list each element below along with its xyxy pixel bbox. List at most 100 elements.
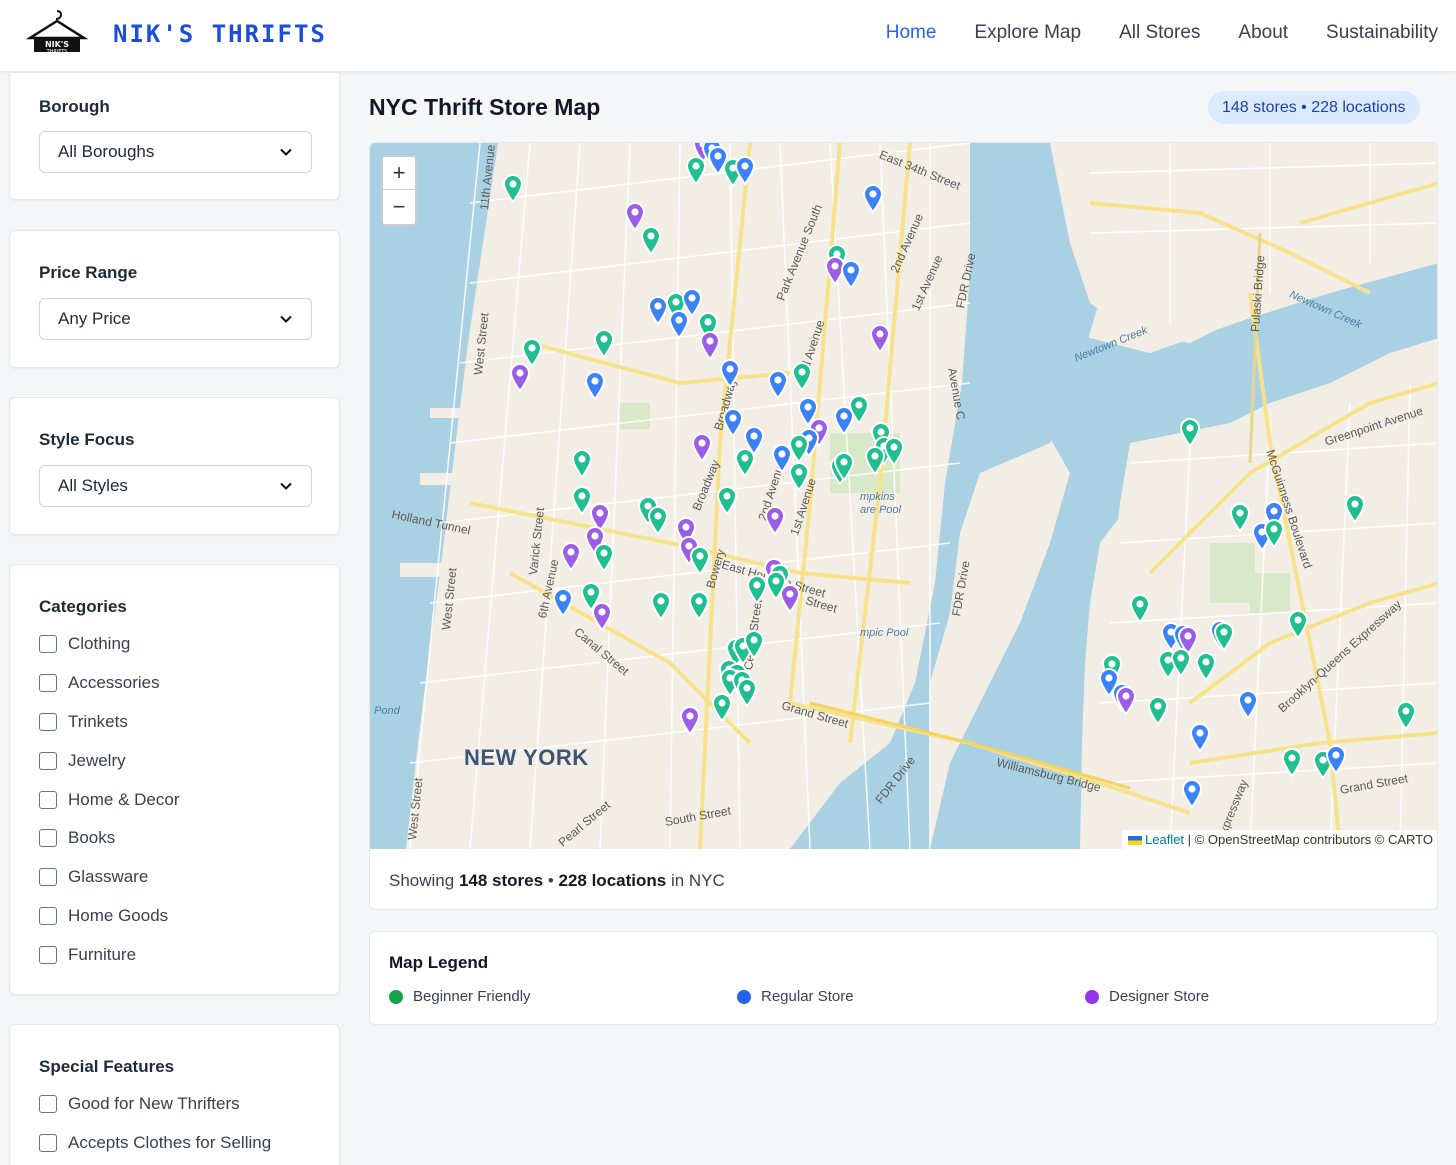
checkbox[interactable]: [39, 1095, 57, 1114]
price-select[interactable]: Any Price: [39, 298, 312, 340]
store-marker-pin-icon[interactable]: [691, 432, 713, 463]
store-marker-pin-icon[interactable]: [791, 361, 813, 392]
checkbox[interactable]: [39, 906, 57, 925]
store-marker-pin-icon[interactable]: [685, 155, 707, 186]
store-marker-pin-icon[interactable]: [688, 590, 710, 621]
store-marker-pin-icon[interactable]: [788, 433, 810, 464]
store-marker-pin-icon[interactable]: [552, 587, 574, 618]
store-marker-pin-icon[interactable]: [640, 225, 662, 256]
checkbox[interactable]: [39, 635, 57, 654]
store-marker-pin-icon[interactable]: [869, 323, 891, 354]
store-marker-pin-icon[interactable]: [864, 445, 886, 476]
store-marker-pin-icon[interactable]: [848, 394, 870, 425]
city-label: NEW YORK: [464, 745, 589, 770]
store-marker-pin-icon[interactable]: [509, 362, 531, 393]
zoom-out-button[interactable]: −: [383, 190, 415, 223]
leaflet-link[interactable]: Leaflet: [1145, 832, 1184, 847]
store-marker-pin-icon[interactable]: [1287, 609, 1309, 640]
store-marker-pin-icon[interactable]: [736, 677, 758, 708]
nav-about[interactable]: About: [1238, 22, 1288, 44]
store-marker-pin-icon[interactable]: [1179, 417, 1201, 448]
nav-all-stores[interactable]: All Stores: [1119, 22, 1200, 44]
ukraine-flag-icon: [1128, 836, 1142, 846]
store-marker-pin-icon[interactable]: [862, 183, 884, 214]
store-marker-pin-icon[interactable]: [647, 505, 669, 536]
checkbox[interactable]: [39, 1134, 57, 1153]
store-marker-pin-icon[interactable]: [1147, 695, 1169, 726]
store-marker-pin-icon[interactable]: [734, 155, 756, 186]
store-marker-pin-icon[interactable]: [711, 692, 733, 723]
store-marker-pin-icon[interactable]: [764, 505, 786, 536]
store-marker-pin-icon[interactable]: [883, 436, 905, 467]
store-marker-pin-icon[interactable]: [1229, 502, 1251, 533]
store-marker-pin-icon[interactable]: [1181, 778, 1203, 809]
checkbox[interactable]: [39, 790, 57, 809]
store-marker-pin-icon[interactable]: [679, 705, 701, 736]
store-marker-pin-icon[interactable]: [719, 358, 741, 389]
brand-name[interactable]: NIK'S THRIFTS: [113, 20, 327, 48]
category-jewelry[interactable]: Jewelry: [39, 741, 179, 780]
store-marker-pin-icon[interactable]: [734, 447, 756, 478]
store-marker-pin-icon[interactable]: [502, 173, 524, 204]
store-marker-pin-icon[interactable]: [650, 590, 672, 621]
category-home-decor[interactable]: Home & Decor: [39, 780, 179, 819]
store-marker-pin-icon[interactable]: [689, 545, 711, 576]
category-trinkets[interactable]: Trinkets: [39, 703, 179, 742]
store-marker-pin-icon[interactable]: [591, 601, 613, 632]
store-marker-pin-icon[interactable]: [1129, 593, 1151, 624]
zoom-in-button[interactable]: +: [383, 157, 415, 190]
blue-dot-icon: [737, 989, 751, 1004]
checkbox[interactable]: [39, 751, 57, 770]
category-glassware[interactable]: Glassware: [39, 858, 179, 897]
checkbox[interactable]: [39, 829, 57, 848]
store-marker-pin-icon[interactable]: [593, 542, 615, 573]
store-marker-pin-icon[interactable]: [722, 407, 744, 438]
store-marker-pin-icon[interactable]: [716, 485, 738, 516]
store-marker-pin-icon[interactable]: [840, 259, 862, 290]
checkbox[interactable]: [39, 945, 57, 964]
store-marker-pin-icon[interactable]: [1115, 685, 1137, 716]
checkbox[interactable]: [39, 674, 57, 693]
store-marker-pin-icon[interactable]: [1325, 744, 1347, 775]
style-select[interactable]: All Styles: [39, 465, 312, 507]
checkbox[interactable]: [39, 712, 57, 731]
chevron-down-icon: [280, 315, 292, 323]
hanger-logo-icon[interactable]: NIK'S THRIFTS: [25, 8, 89, 55]
store-marker-pin-icon[interactable]: [1263, 518, 1285, 549]
store-marker-pin-icon[interactable]: [1281, 747, 1303, 778]
borough-label: Borough: [39, 97, 110, 116]
store-marker-pin-icon[interactable]: [1195, 651, 1217, 682]
store-marker-pin-icon[interactable]: [1189, 722, 1211, 753]
store-marker-pin-icon[interactable]: [668, 309, 690, 340]
store-marker-pin-icon[interactable]: [571, 448, 593, 479]
store-marker-pin-icon[interactable]: [1395, 700, 1417, 731]
store-marker-pin-icon[interactable]: [699, 330, 721, 361]
store-marker-pin-icon[interactable]: [1237, 689, 1259, 720]
category-accessories[interactable]: Accessories: [39, 664, 179, 703]
store-marker-pin-icon[interactable]: [1344, 493, 1366, 524]
store-map[interactable]: 11th Avenue West Street Holland Tunnel V…: [370, 143, 1437, 849]
nav-explore-map[interactable]: Explore Map: [974, 22, 1081, 44]
purple-dot-icon: [1085, 989, 1099, 1004]
store-marker-pin-icon[interactable]: [1170, 647, 1192, 678]
store-marker-pin-icon[interactable]: [743, 629, 765, 660]
map-legend: Map Legend Beginner Friendly Regular Sto…: [369, 931, 1438, 1025]
nav-home[interactable]: Home: [886, 22, 937, 44]
category-home-goods[interactable]: Home Goods: [39, 897, 179, 936]
store-marker-pin-icon[interactable]: [593, 328, 615, 359]
category-books[interactable]: Books: [39, 819, 179, 858]
category-clothing[interactable]: Clothing: [39, 625, 179, 664]
store-marker-pin-icon[interactable]: [767, 369, 789, 400]
store-marker-pin-icon[interactable]: [1213, 621, 1235, 652]
borough-select[interactable]: All Boroughs: [39, 131, 312, 173]
checkbox[interactable]: [39, 868, 57, 887]
feature-new-thrifters[interactable]: Good for New Thrifters: [39, 1085, 271, 1124]
store-marker-pin-icon[interactable]: [584, 370, 606, 401]
store-marker-pin-icon[interactable]: [779, 583, 801, 614]
store-marker-pin-icon[interactable]: [788, 461, 810, 492]
store-marker-pin-icon[interactable]: [833, 451, 855, 482]
store-marker-pin-icon[interactable]: [560, 541, 582, 572]
category-furniture[interactable]: Furniture: [39, 935, 179, 974]
feature-accepts-clothes[interactable]: Accepts Clothes for Selling: [39, 1124, 271, 1163]
nav-sustainability[interactable]: Sustainability: [1326, 22, 1438, 44]
